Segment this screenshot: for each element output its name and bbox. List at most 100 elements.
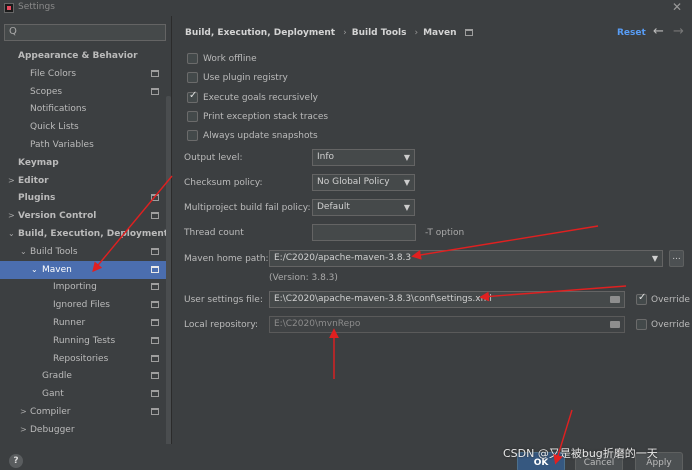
multiproject-fail-policy-select[interactable]: Default ▼ xyxy=(312,199,415,216)
chevron-right-icon[interactable]: > xyxy=(20,403,27,421)
sidebar-item[interactable]: File Colors xyxy=(0,65,168,83)
scope-icon xyxy=(151,372,159,380)
output-level-select[interactable]: Info ▼ xyxy=(312,149,415,166)
sidebar-item-label: Importing xyxy=(53,282,97,293)
breadcrumb-item-build-execution-deployment[interactable]: Build, Execution, Deployment xyxy=(185,28,335,38)
chevron-down-icon[interactable]: ⌄ xyxy=(20,243,27,261)
scope-icon xyxy=(151,212,159,220)
execute-goals-recursively-label: Execute goals recursively xyxy=(203,93,318,103)
maven-settings-panel: Build, Execution, Deployment › Build Tools… xyxy=(173,16,692,444)
checkbox-box[interactable] xyxy=(187,111,198,122)
breadcrumb-separator: › xyxy=(343,28,347,38)
reset-link[interactable]: Reset xyxy=(617,28,646,38)
thread-count-label: Thread count xyxy=(184,228,244,238)
checksum-policy-select[interactable]: No Global Policy ▼ xyxy=(312,174,415,191)
sidebar-item[interactable]: ⌄ Build, Execution, Deployment xyxy=(0,225,168,243)
sidebar-item[interactable]: ⌄ Build Tools xyxy=(0,243,168,261)
sidebar-item[interactable]: Gradle xyxy=(0,367,168,385)
sidebar-item-label: Debugger xyxy=(30,424,75,435)
settings-search-input[interactable] xyxy=(20,26,160,39)
search-icon: Q xyxy=(9,26,17,37)
sidebar-item[interactable]: Importing xyxy=(0,278,168,296)
sidebar-item[interactable]: Keymap xyxy=(0,154,168,172)
checkbox-box[interactable] xyxy=(187,72,198,83)
breadcrumb-item-build-tools[interactable]: Build Tools xyxy=(352,28,407,38)
sidebar-item[interactable]: > Compiler xyxy=(0,403,168,421)
checkbox-box[interactable] xyxy=(636,319,647,330)
chevron-down-icon[interactable]: ⌄ xyxy=(8,225,15,243)
output-level-label: Output level: xyxy=(184,153,243,163)
checksum-policy-value: No Global Policy xyxy=(317,177,390,187)
sidebar-item[interactable]: Path Variables xyxy=(0,136,168,154)
scope-icon xyxy=(151,336,159,344)
sidebar-item[interactable]: Repositories xyxy=(0,350,168,368)
scope-icon xyxy=(151,69,159,77)
sidebar-item-label: Maven xyxy=(42,264,72,275)
sidebar-item[interactable]: Notifications xyxy=(0,100,168,118)
checkbox-box[interactable]: ✓ xyxy=(636,292,647,305)
checkbox-box[interactable]: ✓ xyxy=(187,90,198,103)
sidebar-item-label: Gradle xyxy=(42,371,72,382)
sidebar-item-label: File Colors xyxy=(30,68,77,79)
dropdown-caret-icon: ▼ xyxy=(651,254,658,263)
sidebar-item[interactable]: > Version Control xyxy=(0,207,168,225)
sidebar-item-label: Build Tools xyxy=(30,246,78,257)
dropdown-caret-icon: ▼ xyxy=(403,203,410,212)
sidebar-item[interactable]: Runner xyxy=(0,314,168,332)
breadcrumb: Build, Execution, Deployment › Build Tools… xyxy=(185,28,476,38)
folder-icon[interactable] xyxy=(610,321,620,328)
sidebar-item[interactable]: Scopes xyxy=(0,83,168,101)
chevron-right-icon[interactable]: > xyxy=(20,421,27,439)
sidebar-item[interactable]: Quick Lists xyxy=(0,118,168,136)
sidebar-item-label: Appearance & Behavior xyxy=(18,51,138,61)
maven-home-browse-button[interactable]: ... xyxy=(669,250,684,267)
scope-icon xyxy=(151,390,159,398)
checkbox-box[interactable] xyxy=(187,130,198,141)
user-settings-file-value: E:\C2020\apache-maven-3.8.3\conf\setting… xyxy=(274,294,492,304)
thread-count-hint: -T option xyxy=(425,228,465,238)
local-repository-label: Local repository: xyxy=(184,320,259,330)
user-settings-file-input[interactable]: E:\C2020\apache-maven-3.8.3\conf\setting… xyxy=(269,291,625,308)
chevron-down-icon[interactable]: ⌄ xyxy=(31,261,38,279)
window-title: Settings xyxy=(18,2,55,12)
sidebar-item[interactable]: > Editor xyxy=(0,172,168,190)
scope-icon xyxy=(151,354,159,362)
sidebar-scrollbar[interactable] xyxy=(166,96,171,444)
sidebar-item[interactable]: > Debugger xyxy=(0,421,168,439)
sidebar-item[interactable]: Gant xyxy=(0,385,168,403)
scope-icon xyxy=(151,301,159,309)
sidebar-item-label: Ignored Files xyxy=(53,300,110,311)
user-settings-override-label: Override xyxy=(651,295,690,305)
check-icon: ✓ xyxy=(189,90,198,101)
folder-icon[interactable] xyxy=(610,296,620,303)
chevron-right-icon[interactable]: > xyxy=(8,207,15,225)
sidebar-item[interactable]: Running Tests xyxy=(0,332,168,350)
back-arrow-icon[interactable]: ← xyxy=(653,24,664,39)
dropdown-caret-icon: ▼ xyxy=(403,153,410,162)
close-icon[interactable]: ✕ xyxy=(672,0,682,14)
settings-sidebar: Q Appearance & Behavior File Colors Scopes… xyxy=(0,16,172,444)
checkbox-box[interactable] xyxy=(187,53,198,64)
dropdown-caret-icon: ▼ xyxy=(403,178,410,187)
sidebar-item-label: Plugins xyxy=(18,193,56,204)
sidebar-item[interactable]: Ignored Files xyxy=(0,296,168,314)
settings-search-field[interactable]: Q xyxy=(4,24,166,41)
sidebar-item-label: Compiler xyxy=(30,407,71,417)
use-plugin-registry-label: Use plugin registry xyxy=(203,73,288,83)
help-icon[interactable]: ? xyxy=(9,454,23,468)
scope-icon xyxy=(464,29,473,36)
sidebar-item[interactable]: Appearance & Behavior xyxy=(0,47,168,65)
forward-arrow-icon[interactable]: → xyxy=(673,24,684,39)
sidebar-item-label: Build, Execution, Deployment xyxy=(18,229,169,239)
thread-count-input[interactable] xyxy=(312,224,416,241)
sidebar-item[interactable]: Plugins xyxy=(0,189,168,207)
sidebar-item[interactable]: ⌄ Maven xyxy=(0,260,168,279)
always-update-snapshots-label: Always update snapshots xyxy=(203,131,318,141)
chevron-right-icon[interactable]: > xyxy=(8,172,15,190)
scope-icon xyxy=(151,87,159,95)
scope-icon xyxy=(151,265,159,273)
maven-home-path-combo[interactable]: E:/C2020/apache-maven-3.8.3 ▼ xyxy=(269,250,663,267)
scope-icon xyxy=(151,408,159,415)
scope-icon xyxy=(151,283,159,291)
local-repository-input[interactable]: E:\C2020\mvnRepo xyxy=(269,316,625,333)
